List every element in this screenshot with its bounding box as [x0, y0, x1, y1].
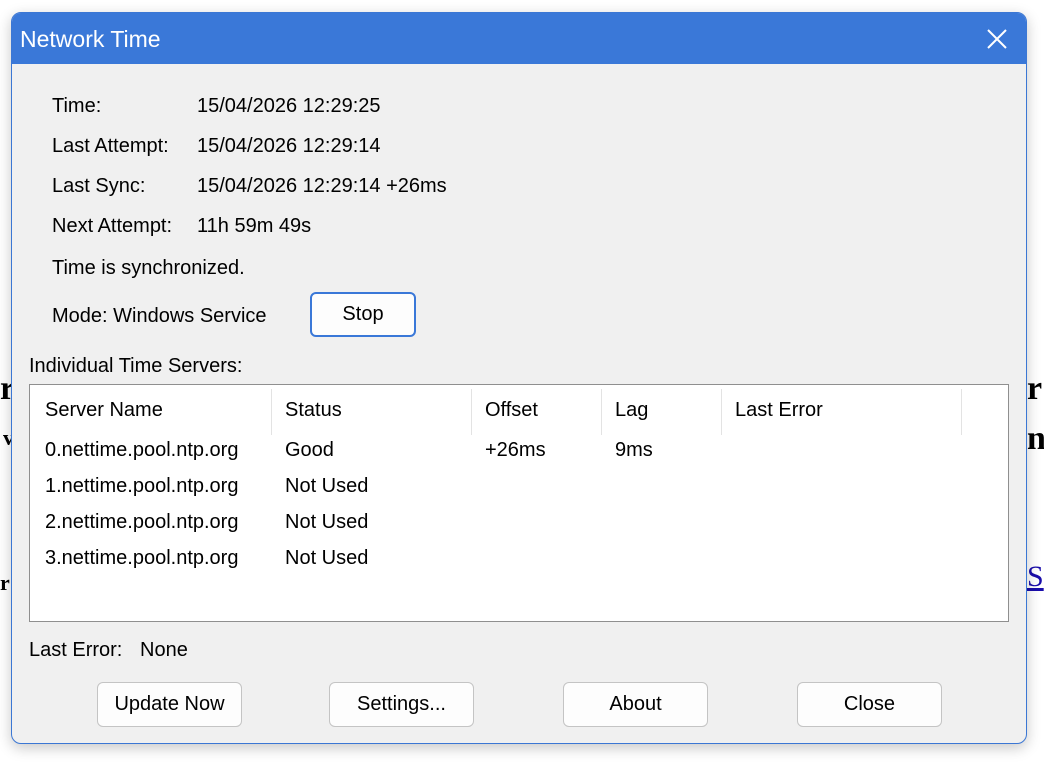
table-row[interactable]: 0.nettime.pool.ntp.org Good +26ms 9ms: [30, 439, 1008, 475]
next-attempt-value: 11h 59m 49s: [197, 215, 312, 237]
stop-button[interactable]: Stop: [310, 292, 416, 337]
server-name-cell: 0.nettime.pool.ntp.org: [45, 439, 239, 461]
sync-status-text: Time is synchronized.: [52, 257, 245, 279]
close-icon: [987, 28, 1007, 49]
last-attempt-label: Last Attempt:: [52, 135, 169, 157]
server-status-cell: Not Used: [285, 547, 369, 569]
server-name-cell: 3.nettime.pool.ntp.org: [45, 547, 239, 569]
server-status-cell: Not Used: [285, 475, 369, 497]
last-attempt-value: 15/04/2026 12:29:14: [197, 135, 381, 157]
background-link-fragment[interactable]: S: [1027, 560, 1044, 594]
next-attempt-label: Next Attempt:: [52, 215, 173, 237]
time-value: 15/04/2026 12:29:25: [197, 95, 381, 117]
column-header-lag[interactable]: Lag: [615, 385, 648, 435]
column-header-offset[interactable]: Offset: [485, 385, 538, 435]
server-offset-cell: +26ms: [485, 439, 546, 461]
last-sync-label: Last Sync:: [52, 175, 146, 197]
column-separator[interactable]: [601, 389, 602, 435]
column-separator[interactable]: [271, 389, 272, 435]
background-text-fragment: r: [1027, 370, 1043, 407]
title-bar[interactable]: Network Time: [12, 13, 1026, 64]
last-error-label: Last Error:: [29, 639, 123, 661]
server-status-cell: Good: [285, 439, 334, 461]
server-status-cell: Not Used: [285, 511, 369, 533]
column-header-status[interactable]: Status: [285, 385, 342, 435]
servers-section-label: Individual Time Servers:: [29, 355, 243, 377]
table-row[interactable]: 1.nettime.pool.ntp.org Not Used: [30, 475, 1008, 511]
mode-text: Mode: Windows Service: [52, 305, 267, 327]
time-label: Time:: [52, 95, 102, 117]
settings-button[interactable]: Settings...: [329, 682, 474, 727]
column-separator[interactable]: [721, 389, 722, 435]
server-name-cell: 1.nettime.pool.ntp.org: [45, 475, 239, 497]
background-text-fragment: r: [0, 570, 10, 595]
close-window-button[interactable]: [968, 13, 1026, 64]
about-button[interactable]: About: [563, 682, 708, 727]
column-header-last-error[interactable]: Last Error: [735, 385, 823, 435]
column-separator[interactable]: [961, 389, 962, 435]
window-title: Network Time: [20, 26, 161, 52]
server-name-cell: 2.nettime.pool.ntp.org: [45, 511, 239, 533]
network-time-dialog: Network Time Time: 15/04/2026 12:29:25 L…: [11, 12, 1027, 744]
last-sync-value: 15/04/2026 12:29:14 +26ms: [197, 175, 447, 197]
column-separator[interactable]: [471, 389, 472, 435]
server-lag-cell: 9ms: [615, 439, 653, 461]
time-servers-list[interactable]: Server Name Status Offset Lag Last Error…: [29, 384, 1009, 622]
table-row[interactable]: 2.nettime.pool.ntp.org Not Used: [30, 511, 1008, 547]
background-text-fragment: n: [1027, 420, 1044, 457]
column-header-server-name[interactable]: Server Name: [45, 385, 163, 435]
table-row[interactable]: 3.nettime.pool.ntp.org Not Used: [30, 547, 1008, 583]
last-error-value: None: [140, 639, 188, 661]
close-button[interactable]: Close: [797, 682, 942, 727]
update-now-button[interactable]: Update Now: [97, 682, 242, 727]
